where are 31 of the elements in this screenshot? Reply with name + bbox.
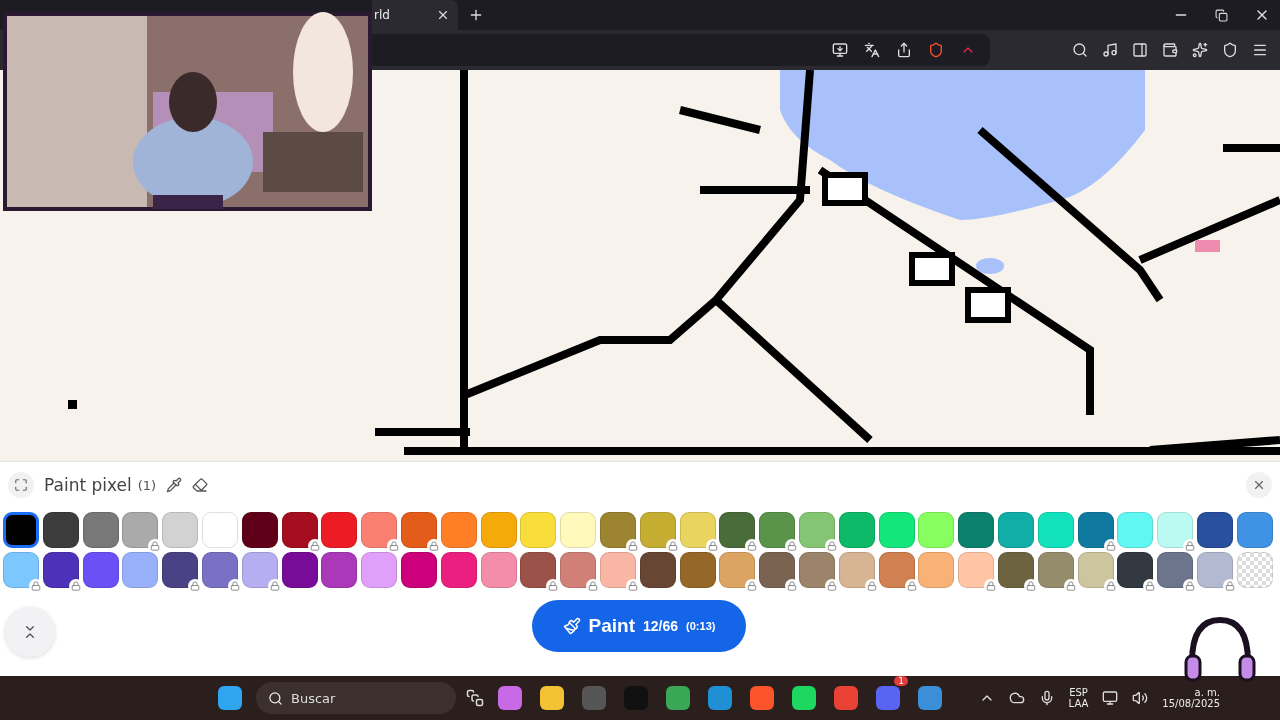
close-icon[interactable] — [436, 8, 450, 22]
pipette-icon[interactable] — [166, 477, 183, 494]
sparkle-icon[interactable] — [1192, 41, 1208, 58]
monitor-icon[interactable] — [1102, 690, 1119, 707]
brush-icon — [562, 617, 581, 636]
share-icon[interactable] — [896, 41, 912, 58]
search-field[interactable]: Buscar — [256, 682, 456, 715]
color-swatch[interactable] — [3, 512, 39, 549]
fullscreen-button[interactable] — [8, 472, 34, 499]
close-button[interactable] — [1246, 472, 1272, 499]
music-icon[interactable] — [1102, 41, 1118, 58]
search-icon — [268, 690, 283, 706]
notification-badge: 1 — [894, 676, 908, 687]
paint-button[interactable]: Paint 12/66 (0:13) — [532, 600, 746, 653]
eraser-icon[interactable] — [192, 477, 209, 494]
restore-icon[interactable] — [1215, 7, 1228, 23]
shield-icon[interactable] — [1222, 41, 1238, 58]
sidebar-icon[interactable] — [1132, 41, 1148, 58]
language-indicator[interactable]: ESP LAA — [1068, 687, 1089, 710]
pixel-count: (1) — [137, 477, 157, 493]
clock[interactable]: a. m. 15/08/2025 — [1162, 687, 1220, 710]
plus-icon[interactable] — [468, 7, 484, 23]
browser-tab[interactable]: rld — [372, 0, 458, 30]
task-view-icon[interactable] — [466, 689, 484, 708]
expand-icon — [14, 478, 28, 493]
install-icon[interactable] — [832, 41, 848, 58]
panel-title: Paint pixel — [44, 475, 132, 496]
search-tab-icon[interactable] — [1072, 41, 1088, 58]
wallet-icon[interactable] — [1162, 41, 1178, 58]
speaker-icon[interactable] — [1132, 690, 1149, 707]
translate-icon[interactable] — [864, 41, 880, 58]
